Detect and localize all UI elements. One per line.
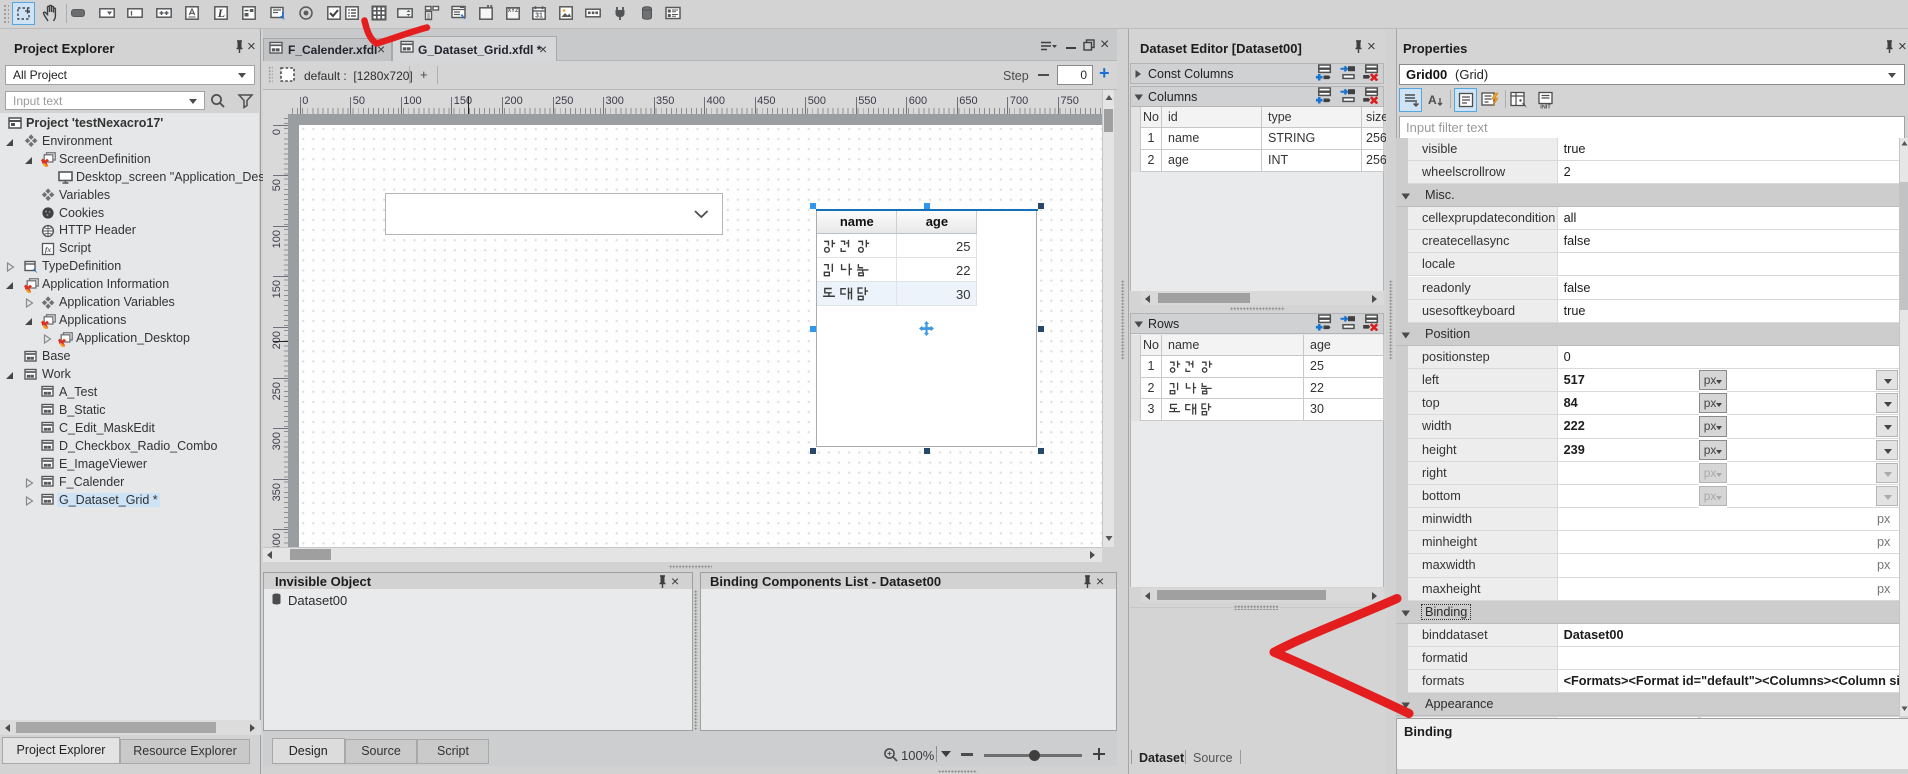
svg-text:fx: fx bbox=[45, 245, 51, 254]
svg-text:L: L bbox=[216, 6, 224, 20]
svg-text:A: A bbox=[1428, 93, 1437, 107]
svg-text:XYZ: XYZ bbox=[507, 8, 518, 14]
svg-text:INIT: INIT bbox=[1540, 105, 1551, 110]
svg-text:31: 31 bbox=[535, 13, 543, 20]
